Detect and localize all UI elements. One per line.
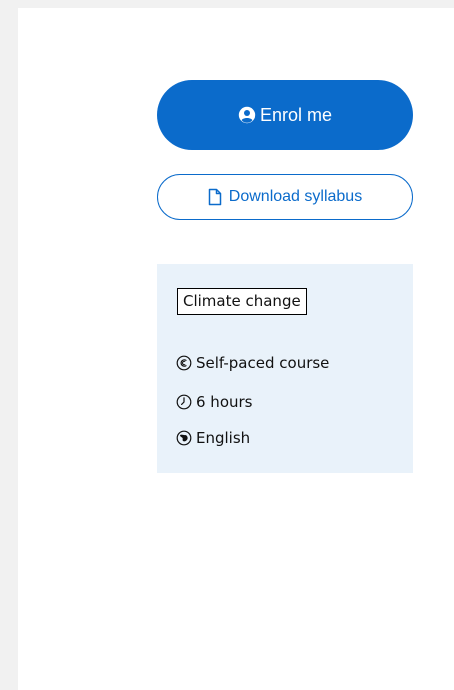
course-language-row: English [176, 429, 250, 447]
enrol-button[interactable]: Enrol me [157, 80, 413, 150]
globe-icon [176, 430, 192, 446]
course-duration-row: 6 hours [176, 393, 252, 411]
download-syllabus-label: Download syllabus [228, 188, 363, 205]
user-circle-icon [238, 106, 256, 124]
document-icon [208, 188, 222, 206]
course-language-text: English [196, 429, 251, 447]
course-format-row: Self-paced course [176, 354, 329, 372]
course-format-text: Self-paced course [196, 354, 330, 372]
copyright-circle-icon [176, 355, 192, 371]
clock-icon [176, 394, 192, 410]
topic-tag[interactable]: Climate change [177, 288, 307, 315]
download-syllabus-button[interactable]: Download syllabus [157, 174, 413, 220]
enrol-button-label: Enrol me [259, 104, 333, 125]
course-info-box: Climate change Self-paced course 6 hours [157, 264, 413, 473]
course-duration-text: 6 hours [196, 393, 253, 411]
